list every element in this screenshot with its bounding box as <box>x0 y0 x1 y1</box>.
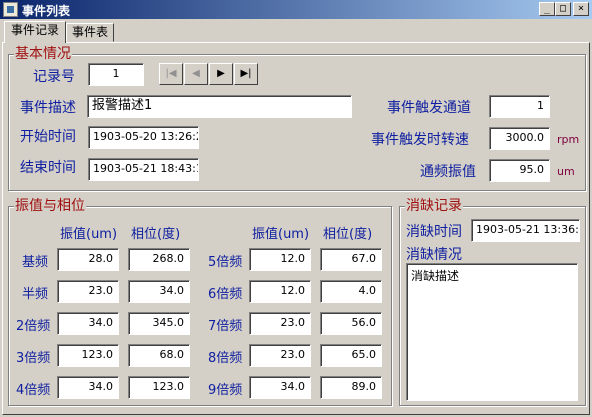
harmonic-amp-field[interactable]: 12.0 <box>249 280 311 303</box>
event-desc-label: 事件描述 <box>20 100 76 116</box>
overall-amp-field[interactable]: 95.0 <box>489 159 550 182</box>
defect-record-legend: 消缺记录 <box>405 198 463 214</box>
nav-first-button[interactable]: |◀ <box>159 63 183 85</box>
harmonic-label: 8倍频 <box>208 351 243 366</box>
harmonic-label: 4倍频 <box>16 383 51 398</box>
harmonic-phase-field[interactable]: 89.0 <box>320 376 382 399</box>
harmonic-phase-field[interactable]: 123.0 <box>128 376 190 399</box>
harmonic-label: 9倍频 <box>208 383 243 398</box>
defect-status-label: 消缺情况 <box>406 247 462 263</box>
harmonic-label: 2倍频 <box>16 319 51 334</box>
amp-unit: um <box>557 165 575 178</box>
harmonic-phase-field[interactable]: 56.0 <box>320 312 382 335</box>
harmonic-phase-field[interactable]: 67.0 <box>320 248 382 271</box>
harmonic-amp-field[interactable]: 23.0 <box>57 280 119 303</box>
harmonic-label: 3倍频 <box>16 351 51 366</box>
harmonic-amp-field[interactable]: 34.0 <box>57 376 119 399</box>
vib-phase-legend: 振值与相位 <box>14 198 86 214</box>
trigger-speed-label: 事件触发时转速 <box>371 132 469 148</box>
harmonic-amp-field[interactable]: 23.0 <box>249 312 311 335</box>
col-amp-header-left: 振值(um) <box>60 227 118 242</box>
harmonic-label: 半频 <box>22 287 49 302</box>
start-time-label: 开始时间 <box>20 129 76 145</box>
overall-amp-label: 通频振值 <box>420 164 476 180</box>
harmonic-phase-field[interactable]: 345.0 <box>128 312 190 335</box>
end-time-field[interactable]: 1903-05-21 18:43:11 <box>88 158 199 181</box>
basic-info-legend: 基本情况 <box>14 46 72 62</box>
trigger-channel-label: 事件触发通道 <box>387 100 471 116</box>
record-no-label: 记录号 <box>33 69 75 85</box>
trigger-channel-field[interactable]: 1 <box>489 95 550 118</box>
harmonic-amp-field[interactable]: 123.0 <box>57 344 119 367</box>
harmonic-phase-field[interactable]: 4.0 <box>320 280 382 303</box>
defect-time-field[interactable]: 1903-05-21 13:36:28 <box>471 219 580 242</box>
speed-unit: rpm <box>557 133 580 146</box>
harmonic-amp-field[interactable]: 23.0 <box>249 344 311 367</box>
window-title: 事件列表 <box>22 4 71 18</box>
end-time-label: 结束时间 <box>20 160 76 176</box>
app-icon <box>3 2 18 17</box>
nav-prev-button[interactable]: ◀ <box>184 63 208 85</box>
col-amp-header-right: 振值(um) <box>252 227 310 242</box>
harmonic-phase-field[interactable]: 268.0 <box>128 248 190 271</box>
record-no-field[interactable]: 1 <box>88 63 144 86</box>
harmonic-phase-field[interactable]: 68.0 <box>128 344 190 367</box>
minimize-button[interactable]: _ <box>539 2 555 16</box>
tab-event-table[interactable]: 事件表 <box>66 23 114 42</box>
close-button[interactable]: × <box>573 2 589 16</box>
maximize-button[interactable]: □ <box>555 2 571 16</box>
trigger-speed-field[interactable]: 3000.0 <box>489 127 550 150</box>
defect-time-label: 消缺时间 <box>406 224 462 240</box>
harmonic-phase-field[interactable]: 65.0 <box>320 344 382 367</box>
nav-last-button[interactable]: ▶| <box>234 63 258 85</box>
event-desc-field[interactable]: 报警描述1 <box>87 95 352 118</box>
col-phase-header-left: 相位(度) <box>131 227 181 242</box>
harmonic-label: 基频 <box>22 255 49 270</box>
harmonic-label: 6倍频 <box>208 287 243 302</box>
title-bar[interactable] <box>0 0 592 19</box>
harmonic-amp-field[interactable]: 34.0 <box>57 312 119 335</box>
col-phase-header-right: 相位(度) <box>323 227 373 242</box>
nav-next-button[interactable]: ▶ <box>209 63 233 85</box>
harmonic-label: 7倍频 <box>208 319 243 334</box>
harmonic-amp-field[interactable]: 12.0 <box>249 248 311 271</box>
harmonic-amp-field[interactable]: 28.0 <box>57 248 119 271</box>
tab-event-record[interactable]: 事件记录 <box>4 21 66 43</box>
start-time-field[interactable]: 1903-05-20 13:26:23 <box>88 126 199 149</box>
defect-status-memo[interactable]: 消缺描述 <box>406 263 578 401</box>
harmonic-amp-field[interactable]: 34.0 <box>249 376 311 399</box>
harmonic-phase-field[interactable]: 34.0 <box>128 280 190 303</box>
harmonic-label: 5倍频 <box>208 255 243 270</box>
